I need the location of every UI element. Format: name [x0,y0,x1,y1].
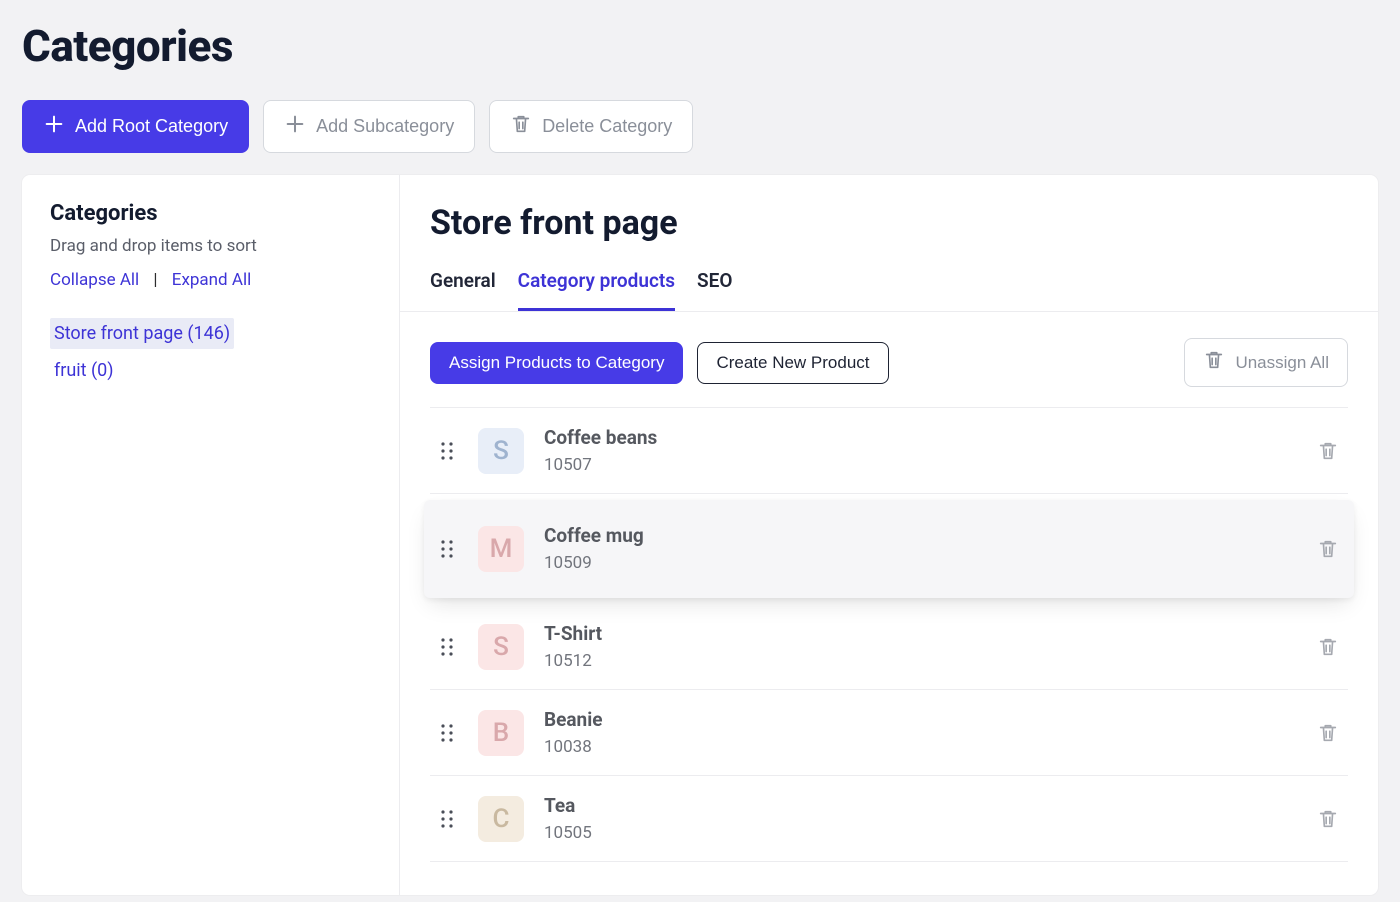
tabs: General Category products SEO [400,269,1378,312]
drag-handle-icon[interactable] [436,535,458,563]
product-id: 10038 [544,737,1294,757]
product-row[interactable]: B Beanie 10038 [430,690,1348,776]
category-title: Store front page [430,203,1348,243]
tab-seo[interactable]: SEO [697,269,732,311]
sidebar-hint: Drag and drop items to sort [50,236,371,256]
product-row[interactable]: C Tea 10505 [430,776,1348,862]
trash-icon [1203,349,1225,376]
add-subcategory-label: Add Subcategory [316,116,454,137]
product-name: Tea [544,794,1294,817]
create-product-label: Create New Product [716,353,869,373]
drag-handle-icon[interactable] [436,633,458,661]
drag-handle-icon[interactable] [436,719,458,747]
page-title: Categories [22,20,1378,72]
remove-product-button[interactable] [1314,719,1342,747]
tree-item[interactable]: Store front page (146) [50,318,234,349]
collapse-all-link[interactable]: Collapse All [50,270,139,290]
product-info: T-Shirt 10512 [544,622,1294,671]
product-info: Coffee beans 10507 [544,426,1294,475]
content: Assign Products to Category Create New P… [400,312,1378,895]
tab-general[interactable]: General [430,269,496,311]
unassign-all-label: Unassign All [1235,353,1329,373]
product-row[interactable]: S T-Shirt 10512 [430,604,1348,690]
tab-category-products[interactable]: Category products [518,269,675,311]
main-panel: Categories Drag and drop items to sort C… [22,175,1378,895]
tree-item[interactable]: fruit (0) [50,355,118,386]
remove-product-button[interactable] [1314,805,1342,833]
drag-handle-icon[interactable] [436,437,458,465]
plus-icon [43,113,65,140]
add-root-category-button[interactable]: Add Root Category [22,100,249,153]
remove-product-button[interactable] [1314,535,1342,563]
drag-handle-icon[interactable] [436,805,458,833]
product-id: 10509 [544,553,1294,573]
product-info: Beanie 10038 [544,708,1294,757]
delete-category-button[interactable]: Delete Category [489,100,693,153]
trash-icon [510,113,532,140]
tree: Store front page (146) fruit (0) [50,318,371,392]
plus-icon [284,113,306,140]
delete-category-label: Delete Category [542,116,672,137]
product-id: 10505 [544,823,1294,843]
unassign-all-button[interactable]: Unassign All [1184,338,1348,387]
product-thumbnail: M [478,526,524,572]
add-subcategory-button[interactable]: Add Subcategory [263,100,475,153]
add-root-label: Add Root Category [75,116,228,137]
assign-products-button[interactable]: Assign Products to Category [430,342,683,384]
main-header: Store front page General Category product… [400,175,1378,312]
remove-product-button[interactable] [1314,437,1342,465]
product-id: 10512 [544,651,1294,671]
product-name: Coffee beans [544,426,1294,449]
product-thumbnail: S [478,624,524,670]
sidebar: Categories Drag and drop items to sort C… [22,175,400,895]
product-row[interactable]: M Coffee mug 10509 [424,500,1354,598]
remove-product-button[interactable] [1314,633,1342,661]
main-section: Store front page General Category product… [400,175,1378,895]
assign-products-label: Assign Products to Category [449,353,664,373]
product-thumbnail: C [478,796,524,842]
product-info: Coffee mug 10509 [544,524,1294,573]
product-thumbnail: B [478,710,524,756]
create-product-button[interactable]: Create New Product [697,342,888,384]
toolbar: Add Root Category Add Subcategory Delete… [22,100,1378,153]
separator: | [153,270,157,290]
product-row[interactable]: S Coffee beans 10507 [430,408,1348,494]
product-name: Beanie [544,708,1294,731]
product-id: 10507 [544,455,1294,475]
content-actions: Assign Products to Category Create New P… [430,338,1348,408]
product-name: Coffee mug [544,524,1294,547]
sidebar-heading: Categories [50,201,371,226]
product-thumbnail: S [478,428,524,474]
product-name: T-Shirt [544,622,1294,645]
tree-actions: Collapse All | Expand All [50,270,371,290]
product-list: S Coffee beans 10507 M Coffee mug 10509 S T-Shi… [430,408,1348,862]
expand-all-link[interactable]: Expand All [172,270,251,290]
product-info: Tea 10505 [544,794,1294,843]
